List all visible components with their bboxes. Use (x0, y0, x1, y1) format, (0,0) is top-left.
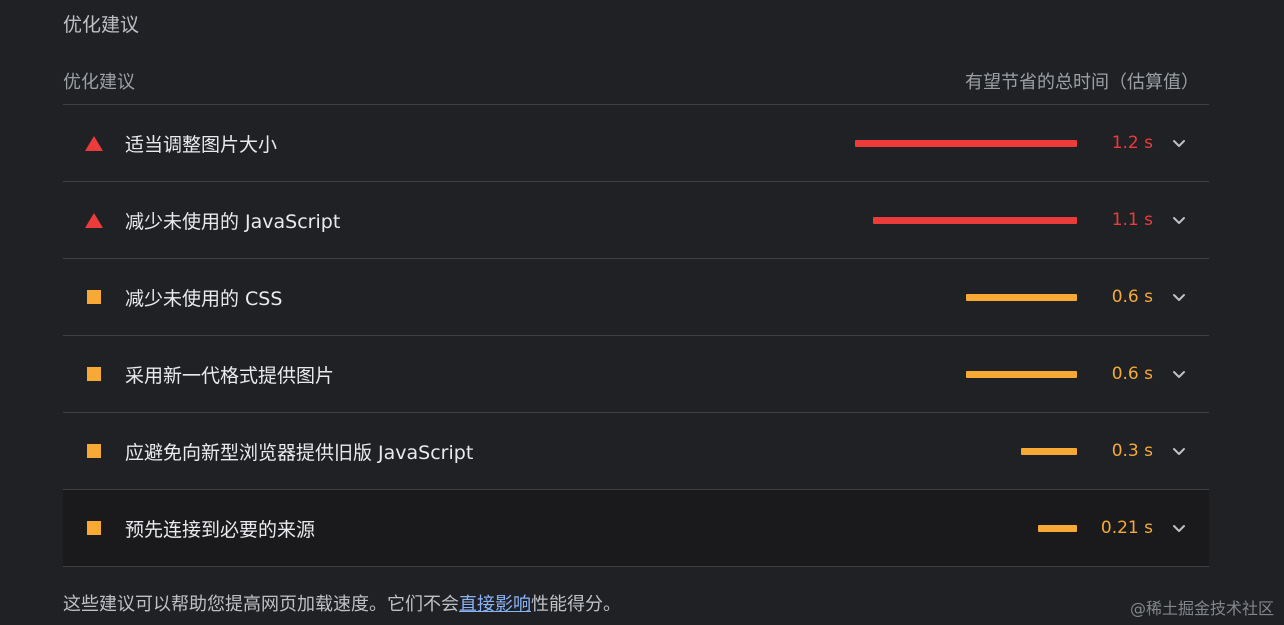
square-average-icon (87, 444, 101, 458)
footer-text-before: 这些建议可以帮助您提高网页加载速度。它们不会 (63, 594, 459, 615)
footer-text-after: 性能得分。 (531, 594, 621, 615)
savings-value: 1.2 s (1111, 133, 1153, 153)
chevron-down-icon[interactable] (1171, 520, 1187, 536)
triangle-warning-icon (85, 135, 103, 151)
section-title: 优化建议 (63, 14, 140, 36)
savings-bar (966, 293, 1077, 301)
opportunity-list: 适当调整图片大小 1.2 s 减少未使用的 JavaScript 1.1 s 减… (63, 105, 1209, 567)
watermark: @稀土掘金技术社区 (1129, 599, 1274, 618)
savings-value: 0.6 s (1111, 364, 1153, 384)
opportunity-row[interactable]: 应避免向新型浏览器提供旧版 JavaScript 0.3 s (63, 413, 1209, 490)
savings-bar (1038, 524, 1077, 532)
square-average-icon (87, 367, 101, 381)
savings-bar (873, 216, 1077, 224)
chevron-down-icon[interactable] (1171, 443, 1187, 459)
opportunity-row[interactable]: 减少未使用的 CSS 0.6 s (63, 259, 1209, 336)
column-header-savings: 有望节省的总时间（估算值） (965, 72, 1199, 93)
opportunity-row[interactable]: 采用新一代格式提供图片 0.6 s (63, 336, 1209, 413)
opportunity-label: 适当调整图片大小 (125, 133, 278, 156)
chevron-down-icon[interactable] (1171, 289, 1187, 305)
table-header: 优化建议 有望节省的总时间（估算值） (63, 58, 1209, 105)
savings-value: 0.6 s (1111, 287, 1153, 307)
column-header-opportunity: 优化建议 (63, 72, 135, 93)
direct-impact-link[interactable]: 直接影响 (459, 594, 531, 615)
footer-note: 这些建议可以帮助您提高网页加载速度。它们不会直接影响性能得分。 (63, 590, 621, 616)
chevron-down-icon[interactable] (1171, 135, 1187, 151)
chevron-down-icon[interactable] (1171, 366, 1187, 382)
opportunity-label: 预先连接到必要的来源 (125, 518, 316, 541)
opportunity-label: 应避免向新型浏览器提供旧版 JavaScript (125, 441, 474, 464)
savings-bar (966, 370, 1077, 378)
opportunity-label: 减少未使用的 JavaScript (125, 210, 341, 233)
savings-value: 0.21 s (1100, 518, 1153, 538)
savings-bar (855, 139, 1077, 147)
chevron-down-icon[interactable] (1171, 212, 1187, 228)
savings-bar (1021, 447, 1077, 455)
opportunity-row[interactable]: 适当调整图片大小 1.2 s (63, 105, 1209, 182)
opportunity-row[interactable]: 减少未使用的 JavaScript 1.1 s (63, 182, 1209, 259)
opportunity-label: 减少未使用的 CSS (125, 287, 283, 310)
triangle-warning-icon (85, 212, 103, 228)
savings-value: 0.3 s (1111, 441, 1153, 461)
opportunity-label: 采用新一代格式提供图片 (125, 364, 335, 387)
square-average-icon (87, 521, 101, 535)
opportunity-row[interactable]: 预先连接到必要的来源 0.21 s (63, 490, 1209, 567)
square-average-icon (87, 290, 101, 304)
savings-value: 1.1 s (1111, 210, 1153, 230)
